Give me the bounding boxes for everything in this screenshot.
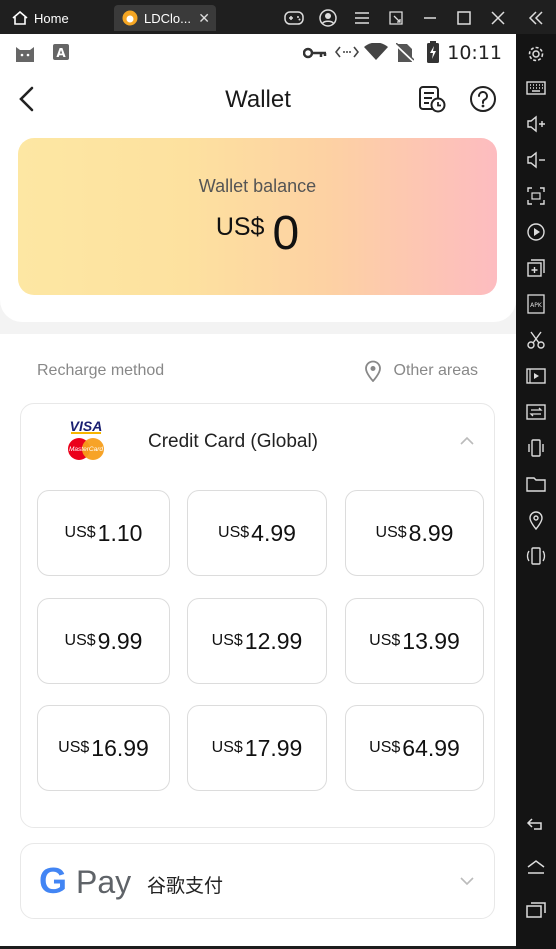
status-bar: A 10:11 bbox=[0, 34, 516, 70]
amount-value: 12.99 bbox=[244, 627, 303, 654]
folder-icon[interactable] bbox=[526, 474, 546, 494]
amount-value: 64.99 bbox=[402, 734, 460, 761]
menu-icon[interactable] bbox=[352, 8, 372, 28]
tab-close-icon[interactable]: ✕ bbox=[198, 10, 210, 27]
tab-home-label: Home bbox=[34, 10, 69, 26]
amount-currency: US$ bbox=[58, 739, 90, 756]
shake-icon[interactable] bbox=[526, 438, 546, 458]
other-areas-button[interactable]: Other areas bbox=[364, 360, 478, 382]
chevron-up-icon[interactable] bbox=[460, 433, 474, 451]
recharge-section: Recharge method Other areas VISA MasterC… bbox=[0, 334, 516, 946]
amount-option[interactable]: US$ 4.99 bbox=[187, 490, 327, 576]
amount-currency: US$ bbox=[369, 632, 401, 649]
google-pay-name: 谷歌支付 bbox=[147, 875, 224, 897]
amount-value: 17.99 bbox=[244, 734, 303, 761]
amount-option[interactable]: US$ 1.10 bbox=[37, 490, 170, 576]
data-transfer-icon bbox=[334, 44, 360, 65]
minimize-icon[interactable] bbox=[420, 8, 440, 28]
video-record-icon[interactable] bbox=[526, 366, 546, 386]
keyboard-icon[interactable] bbox=[526, 78, 546, 98]
help-icon[interactable] bbox=[468, 84, 498, 114]
phone-screen: A 10:11 Wallet Wallet balance US$ 0 Rech… bbox=[0, 34, 516, 946]
home-icon bbox=[12, 11, 28, 25]
apk-install-icon[interactable]: APK bbox=[526, 294, 546, 314]
amount-value: 8.99 bbox=[408, 519, 454, 546]
other-areas-label: Other areas bbox=[393, 362, 478, 379]
app-store-notification-icon: A bbox=[52, 43, 70, 66]
battery-charging-icon bbox=[426, 41, 440, 68]
location-pin-icon bbox=[364, 360, 381, 382]
emulator-sidebar: APK bbox=[516, 34, 556, 949]
tab-app-label: LDClo... bbox=[144, 10, 191, 26]
collapse-sidebar-icon[interactable] bbox=[526, 8, 546, 28]
svg-text:MasterCard: MasterCard bbox=[69, 446, 103, 453]
back-nav-icon[interactable] bbox=[526, 814, 546, 834]
amount-option[interactable]: US$ 13.99 bbox=[345, 598, 484, 684]
amount-currency: US$ bbox=[211, 632, 243, 649]
chevron-down-icon[interactable] bbox=[460, 873, 474, 891]
wifi-icon bbox=[364, 42, 388, 66]
key-icon bbox=[302, 46, 327, 64]
amount-currency: US$ bbox=[64, 524, 96, 541]
amount-option[interactable]: US$ 12.99 bbox=[187, 598, 327, 684]
svg-text:A: A bbox=[56, 46, 66, 60]
transaction-history-icon[interactable] bbox=[417, 84, 447, 114]
amount-value: 13.99 bbox=[402, 627, 460, 654]
location-icon[interactable] bbox=[526, 510, 546, 530]
svg-text:G: G bbox=[39, 860, 67, 901]
maximize-icon[interactable] bbox=[454, 8, 474, 28]
amount-option[interactable]: US$ 17.99 bbox=[187, 705, 327, 791]
volume-up-icon[interactable] bbox=[526, 114, 546, 134]
recent-apps-icon[interactable] bbox=[526, 900, 546, 920]
resize-window-icon[interactable] bbox=[386, 8, 406, 28]
balance-label: Wallet balance bbox=[198, 176, 317, 196]
app-icon bbox=[122, 10, 138, 26]
amount-option[interactable]: US$ 64.99 bbox=[345, 705, 484, 791]
amount-value: 16.99 bbox=[91, 734, 149, 761]
tab-home[interactable]: Home bbox=[12, 5, 69, 31]
amount-value: 1.10 bbox=[97, 519, 143, 546]
close-window-icon[interactable] bbox=[488, 8, 508, 28]
amount-currency: US$ bbox=[211, 739, 243, 756]
recharge-method-label: Recharge method bbox=[37, 362, 165, 379]
home-nav-icon[interactable] bbox=[526, 857, 546, 877]
fullscreen-icon[interactable] bbox=[526, 186, 546, 206]
amount-currency: US$ bbox=[64, 632, 96, 649]
svg-text:VISA: VISA bbox=[70, 418, 103, 434]
emulator-title-bar: Home LDClo... ✕ bbox=[0, 0, 556, 34]
svg-text:Pay: Pay bbox=[76, 864, 131, 900]
account-icon[interactable] bbox=[318, 8, 338, 28]
amount-option[interactable]: US$ 8.99 bbox=[345, 490, 484, 576]
svg-text:APK: APK bbox=[530, 302, 543, 309]
vibrate-phone-icon[interactable] bbox=[526, 546, 546, 566]
google-pay-method[interactable]: G Pay 谷歌支付 bbox=[20, 843, 495, 919]
no-sim-icon bbox=[395, 42, 415, 68]
visa-mastercard-logo: VISA MasterCard bbox=[65, 418, 107, 462]
cat-notification-icon bbox=[14, 43, 36, 68]
amount-currency: US$ bbox=[375, 524, 407, 541]
gamepad-icon[interactable] bbox=[284, 8, 304, 28]
balance-value: 0 bbox=[272, 207, 300, 260]
amount-currency: US$ bbox=[369, 739, 401, 756]
settings-gear-icon[interactable] bbox=[526, 44, 546, 64]
amount-currency: US$ bbox=[218, 524, 250, 541]
amount-value: 9.99 bbox=[97, 627, 143, 654]
google-pay-logo: G Pay bbox=[39, 860, 131, 907]
rotate-play-icon[interactable] bbox=[526, 222, 546, 242]
amount-option[interactable]: US$ 16.99 bbox=[37, 705, 170, 791]
amount-option[interactable]: US$ 9.99 bbox=[37, 598, 170, 684]
status-clock: 10:11 bbox=[447, 42, 502, 64]
sync-icon[interactable] bbox=[526, 402, 546, 422]
multi-instance-icon[interactable] bbox=[526, 258, 546, 278]
credit-card-name: Credit Card (Global) bbox=[148, 431, 318, 452]
volume-down-icon[interactable] bbox=[526, 150, 546, 170]
credit-card-method: VISA MasterCard Credit Card (Global) US$… bbox=[20, 403, 495, 828]
balance-amount: US$ 0 bbox=[18, 206, 497, 261]
scissors-icon[interactable] bbox=[526, 330, 546, 350]
wallet-balance-card: Wallet balance US$ 0 bbox=[18, 138, 497, 295]
tab-app[interactable]: LDClo... ✕ bbox=[114, 5, 216, 31]
balance-currency: US$ bbox=[215, 213, 265, 241]
amount-value: 4.99 bbox=[251, 519, 296, 546]
